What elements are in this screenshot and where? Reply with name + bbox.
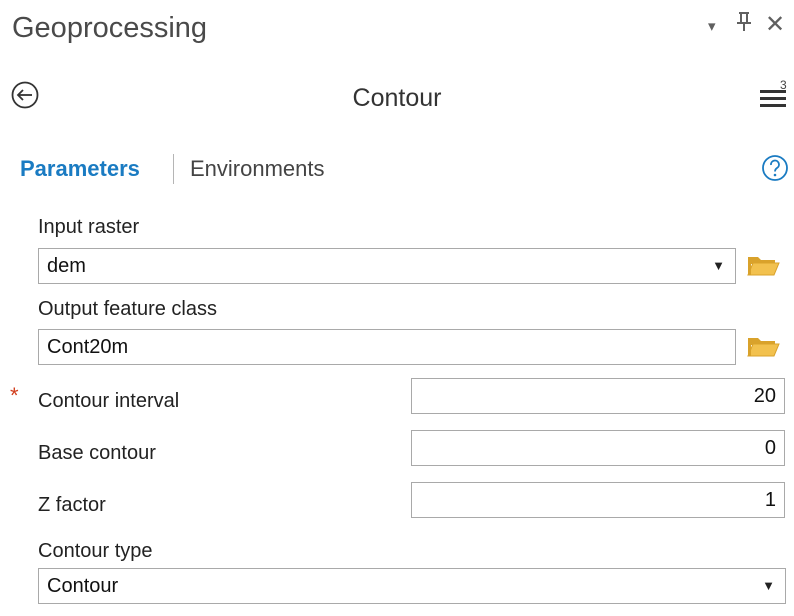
contour-type-label: Contour type — [38, 540, 153, 562]
required-marker: * — [10, 383, 19, 408]
output-feature-class-input[interactable]: Cont20m — [38, 329, 736, 365]
input-raster-select[interactable]: dem ▼ — [38, 248, 736, 284]
output-feature-class-label: Output feature class — [38, 298, 217, 320]
folder-open-icon[interactable] — [746, 332, 780, 362]
tab-bar: Parameters Environments — [0, 150, 794, 186]
pane-title: Geoprocessing — [12, 12, 208, 44]
input-raster-label: Input raster — [38, 216, 140, 238]
folder-open-icon[interactable] — [746, 251, 780, 281]
menu-badge: 3 — [780, 78, 787, 92]
tab-parameters[interactable]: Parameters — [20, 156, 140, 182]
question-mark-icon[interactable] — [761, 154, 789, 182]
tab-environments[interactable]: Environments — [190, 156, 325, 182]
base-contour-input[interactable]: 0 — [411, 430, 785, 466]
pin-icon[interactable] — [736, 10, 752, 40]
contour-interval-label: Contour interval — [38, 390, 180, 412]
z-factor-label: Z factor — [38, 494, 106, 516]
close-icon[interactable]: ✕ — [765, 10, 785, 40]
chevron-down-icon: ▼ — [762, 578, 775, 593]
input-raster-value: dem — [47, 255, 86, 277]
tool-title: Contour — [352, 84, 442, 112]
hamburger-menu-icon[interactable]: 3 — [760, 78, 788, 112]
contour-type-value: Contour — [47, 575, 119, 597]
contour-interval-input[interactable]: 20 — [411, 378, 785, 414]
base-contour-label: Base contour — [38, 442, 156, 464]
contour-type-select[interactable]: Contour ▼ — [38, 568, 786, 604]
geoprocessing-pane: Geoprocessing ▾ ✕ Contour 3 Parameters E… — [0, 0, 794, 616]
z-factor-input[interactable]: 1 — [411, 482, 785, 518]
tab-separator — [173, 154, 174, 184]
tool-header: Contour 3 — [0, 70, 794, 126]
pane-title-bar: Geoprocessing ▾ ✕ — [0, 0, 794, 60]
chevron-down-icon: ▼ — [712, 258, 725, 273]
pane-options-dropdown-icon[interactable]: ▾ — [708, 12, 716, 42]
